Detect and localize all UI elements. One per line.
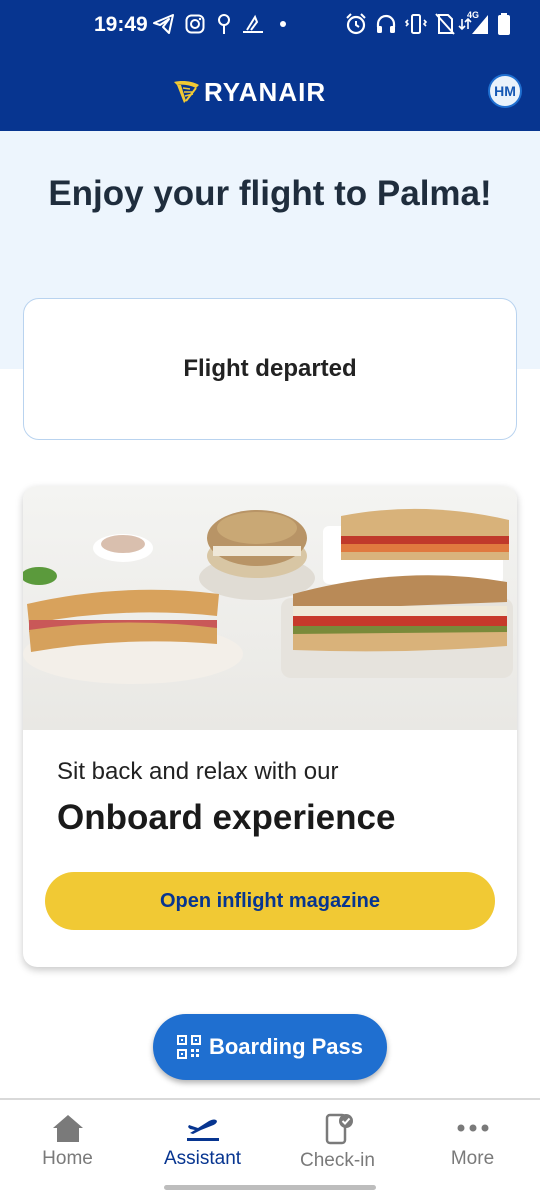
brand-name: RYANAIR: [204, 76, 327, 107]
nav-item-assistant[interactable]: Assistant: [135, 1112, 270, 1172]
onboard-experience-card: Sit back and relax with our Onboard expe…: [23, 486, 517, 967]
page-title: Enjoy your flight to Palma!: [48, 174, 492, 213]
location-icon: [214, 12, 234, 36]
qr-code-icon: [176, 1035, 201, 1059]
boarding-pass-button[interactable]: Boarding Pass: [153, 1014, 387, 1080]
no-sim-icon: [434, 12, 456, 36]
vibrate-icon: [404, 12, 428, 36]
avatar[interactable]: HM: [488, 74, 522, 108]
signal-icon: 4G: [458, 10, 490, 36]
nav-item-more[interactable]: More: [405, 1112, 540, 1172]
nav-label-assistant: Assistant: [163, 1148, 242, 1169]
instagram-icon: [183, 12, 207, 36]
network-label: 4G: [467, 10, 480, 20]
nav-item-home[interactable]: Home: [0, 1112, 135, 1172]
telegram-icon: [152, 12, 176, 36]
phone-check-icon: [325, 1113, 353, 1145]
status-bar: 19:49 4G: [0, 0, 540, 52]
promo-subtitle: Sit back and relax with our: [57, 758, 339, 785]
more-icon: [457, 1124, 488, 1132]
app-icon: [240, 12, 266, 36]
battery-icon: [496, 12, 512, 36]
ryanair-logo[interactable]: RYANAIR: [172, 76, 326, 108]
alarm-icon: [344, 12, 368, 36]
flight-status-text: Flight departed: [183, 355, 357, 382]
nav-item-check-in[interactable]: Check-in: [270, 1112, 405, 1172]
status-time: 19:49: [94, 13, 148, 36]
flight-status-card: Flight departed: [23, 298, 517, 440]
app-header: RYANAIR HM: [0, 52, 540, 131]
nav-label-check-in: Check-in: [300, 1150, 375, 1171]
harp-icon: [174, 81, 199, 103]
home-indicator[interactable]: [164, 1185, 376, 1190]
open-inflight-magazine-button[interactable]: Open inflight magazine: [45, 872, 495, 930]
food-image: [23, 486, 517, 730]
nav-label-more: More: [450, 1148, 495, 1169]
dot-icon: [278, 12, 288, 36]
plane-icon: [186, 1119, 219, 1141]
promo-title: Onboard experience: [57, 798, 396, 837]
headphones-icon: [374, 12, 398, 36]
boarding-pass-label: Boarding Pass: [208, 1034, 364, 1059]
home-icon: [52, 1115, 83, 1142]
nav-label-home: Home: [42, 1148, 93, 1169]
